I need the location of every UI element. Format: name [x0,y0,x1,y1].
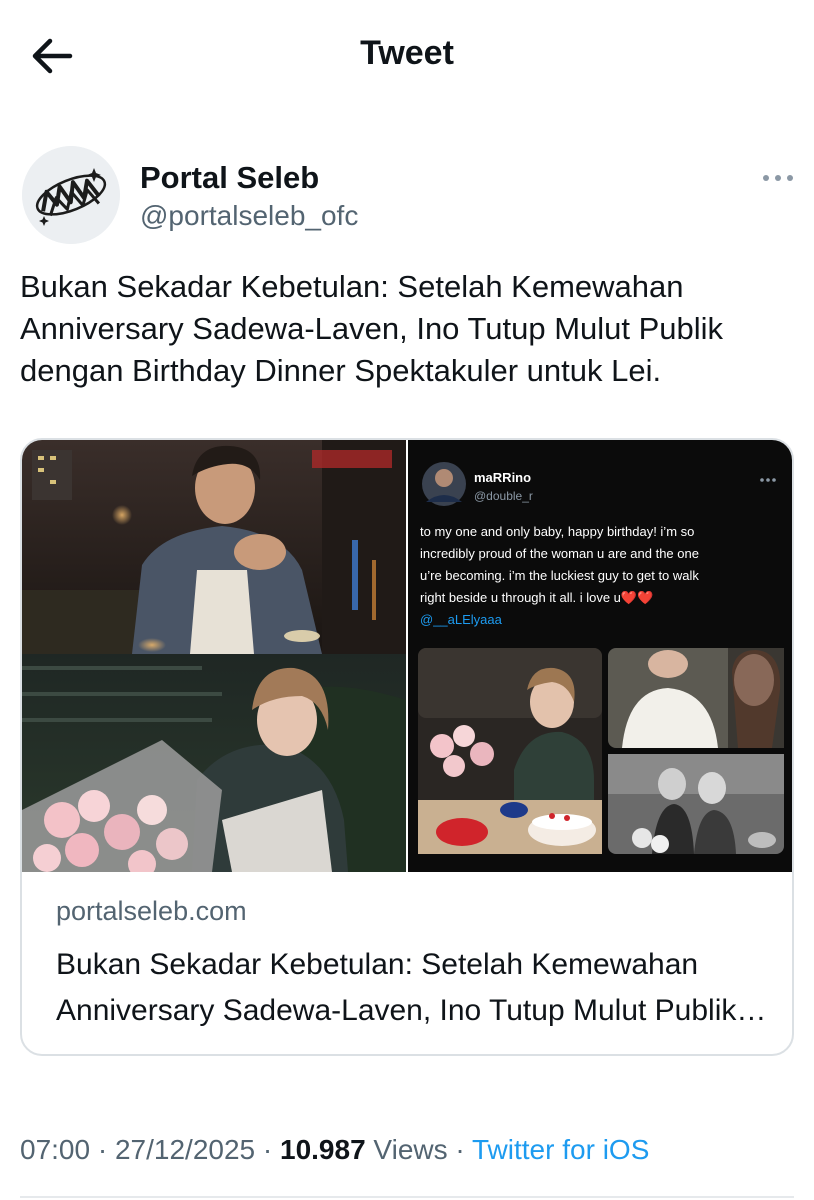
tweet-date: 27/12/2025 [114,1134,256,1165]
embedded-post-handle: @double_r [474,489,533,503]
tweet-text: Bukan Sekadar Kebetulan: Setelah Kemewah… [20,269,724,388]
photo-couple-bw [608,754,784,854]
embedded-post-line: incredibly proud of the woman u are and … [420,546,699,561]
page-title: Tweet [360,34,454,72]
photo-couple-selfie [608,648,784,748]
views-label[interactable]: Views [373,1134,447,1165]
embedded-post-line: u’re becoming. i’m the luckiest guy to g… [420,568,699,583]
top-bar: Tweet [0,0,814,112]
author-name[interactable]: Portal Seleb [140,160,319,196]
embedded-post-line: right beside u through it all. i love u❤… [420,590,654,605]
meta-separator: · [262,1134,273,1165]
photo-birthday-dinner [418,648,602,854]
embedded-post-line: to my one and only baby, happy birthday!… [420,524,694,539]
embedded-post: maRRino @double_r to my one and only bab… [408,440,792,872]
more-button[interactable] [760,168,796,188]
card-title: Bukan Sekadar Kebetulan: Setelah Kemewah… [56,948,737,1027]
card-image: maRRino @double_r to my one and only bab… [22,440,792,872]
more-horizontal-icon [763,175,793,181]
link-card[interactable]: maRRino @double_r to my one and only bab… [20,438,794,1056]
embedded-post-mention: @__aLElyaaa [420,612,503,627]
author-handle[interactable]: @portalseleb_ofc [140,200,358,232]
meta-separator: · [455,1134,465,1165]
tweet-author: Portal Seleb @portalseleb_ofc [22,146,802,246]
avatar[interactable] [22,146,120,244]
tweet-time: 07:00 [20,1134,91,1165]
meta-separator: · [97,1134,108,1165]
tweet-meta: 07:00 · 27/12/2025 · 10.987 Views · Twit… [20,1134,649,1166]
embedded-post-name: maRRino [474,470,531,485]
card-domain: portalseleb.com [56,896,247,926]
tweet-source-link[interactable]: Twitter for iOS [472,1134,649,1165]
photo-woman-flowers [22,654,406,872]
divider [20,1196,794,1198]
more-horizontal-icon [760,478,776,482]
views-count[interactable]: 10.987 [280,1134,366,1165]
portal-seleb-logo [22,146,120,244]
photo-man-rooftop [22,440,406,654]
